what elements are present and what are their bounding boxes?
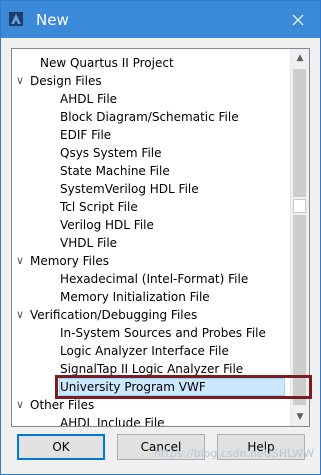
- tree-item-label: Memory Initialization File: [60, 290, 210, 304]
- tree-item[interactable]: Qsys System File: [12, 144, 282, 162]
- tree-item-label: Other Files: [30, 398, 95, 412]
- tree-item-label: University Program VWF: [60, 380, 206, 394]
- tree-category[interactable]: ∨ Memory Files: [12, 252, 282, 270]
- tree-item-label: Verilog HDL File: [60, 218, 154, 232]
- tree-item[interactable]: New Quartus II Project: [12, 54, 282, 72]
- scroll-track-lower[interactable]: [293, 215, 306, 405]
- tree-item-label: EDIF File: [60, 128, 112, 142]
- tree-item[interactable]: Block Diagram/Schematic File: [12, 108, 282, 126]
- tree-category[interactable]: ∨ Design Files: [12, 72, 282, 90]
- tree-item-label: SystemVerilog HDL File: [60, 182, 199, 196]
- tree-item[interactable]: SignalTap II Logic Analyzer File: [12, 360, 282, 378]
- tree-item-label: Design Files: [30, 74, 102, 88]
- tree-item[interactable]: AHDL File: [12, 90, 282, 108]
- watermark: https://blog.csdn.net/SHLWW: [154, 447, 314, 460]
- tree-item-label: Logic Analyzer Interface File: [60, 344, 229, 358]
- tree-item[interactable]: SystemVerilog HDL File: [12, 180, 282, 198]
- scroll-down-button[interactable]: ▼: [291, 408, 309, 426]
- expand-chevron-icon[interactable]: ∨: [14, 72, 26, 90]
- tree-item-label: New Quartus II Project: [40, 56, 174, 70]
- tree-item-label: SignalTap II Logic Analyzer File: [60, 362, 244, 376]
- tree-item-label: Hexadecimal (Intel-Format) File: [60, 272, 249, 286]
- scroll-thumb[interactable]: [293, 199, 306, 213]
- tree-item-label: In-System Sources and Probes File: [60, 326, 266, 340]
- file-type-tree[interactable]: New Quartus II Project ∨ Design Files AHDL …: [11, 48, 310, 427]
- expand-chevron-icon[interactable]: ∨: [14, 252, 26, 270]
- tree-list: New Quartus II Project ∨ Design Files AHDL …: [12, 49, 288, 426]
- quartus-icon: [9, 12, 23, 26]
- tree-item[interactable]: EDIF File: [12, 126, 282, 144]
- chevron-up-icon: ▲: [296, 53, 304, 63]
- tree-category[interactable]: ∨ Verification/Debugging Files: [12, 306, 282, 324]
- expand-chevron-icon[interactable]: ∨: [14, 306, 26, 324]
- tree-item[interactable]: Memory Initialization File: [12, 288, 282, 306]
- window-title: New: [36, 11, 69, 29]
- tree-item-label: Tcl Script File: [60, 200, 138, 214]
- tree-item-label: Verification/Debugging Files: [30, 308, 198, 322]
- tree-item[interactable]: AHDL Include File: [12, 414, 282, 427]
- chevron-down-icon: ▼: [296, 412, 304, 422]
- close-icon: [292, 14, 304, 25]
- tree-item[interactable]: State Machine File: [12, 162, 282, 180]
- tree-category[interactable]: ∨ Other Files: [12, 396, 282, 414]
- tree-item-label: Memory Files: [30, 254, 109, 268]
- tree-item-label: AHDL Include File: [60, 416, 165, 427]
- scroll-up-button[interactable]: ▲: [291, 49, 309, 67]
- tree-item-label: State Machine File: [60, 164, 170, 178]
- close-button[interactable]: [276, 1, 320, 38]
- tree-item-label: AHDL File: [60, 92, 118, 106]
- tree-item-label: Block Diagram/Schematic File: [60, 110, 239, 124]
- vertical-scrollbar[interactable]: ▲ ▼: [290, 49, 309, 426]
- tree-item[interactable]: University Program VWF: [12, 378, 282, 396]
- expand-chevron-icon[interactable]: ∨: [14, 396, 26, 414]
- new-dialog: New New Quartus II Project ∨ Design Files A…: [0, 0, 321, 475]
- tree-item[interactable]: Verilog HDL File: [12, 216, 282, 234]
- scroll-track-upper[interactable]: [293, 69, 306, 197]
- tree-item[interactable]: Hexadecimal (Intel-Format) File: [12, 270, 282, 288]
- tree-item[interactable]: Tcl Script File: [12, 198, 282, 216]
- tree-item[interactable]: In-System Sources and Probes File: [12, 324, 282, 342]
- tree-item[interactable]: Logic Analyzer Interface File: [12, 342, 282, 360]
- title-bar: New: [1, 1, 320, 38]
- tree-item[interactable]: VHDL File: [12, 234, 282, 252]
- ok-button[interactable]: OK: [17, 434, 105, 460]
- tree-item-label: VHDL File: [60, 236, 118, 250]
- tree-item-label: Qsys System File: [60, 146, 162, 160]
